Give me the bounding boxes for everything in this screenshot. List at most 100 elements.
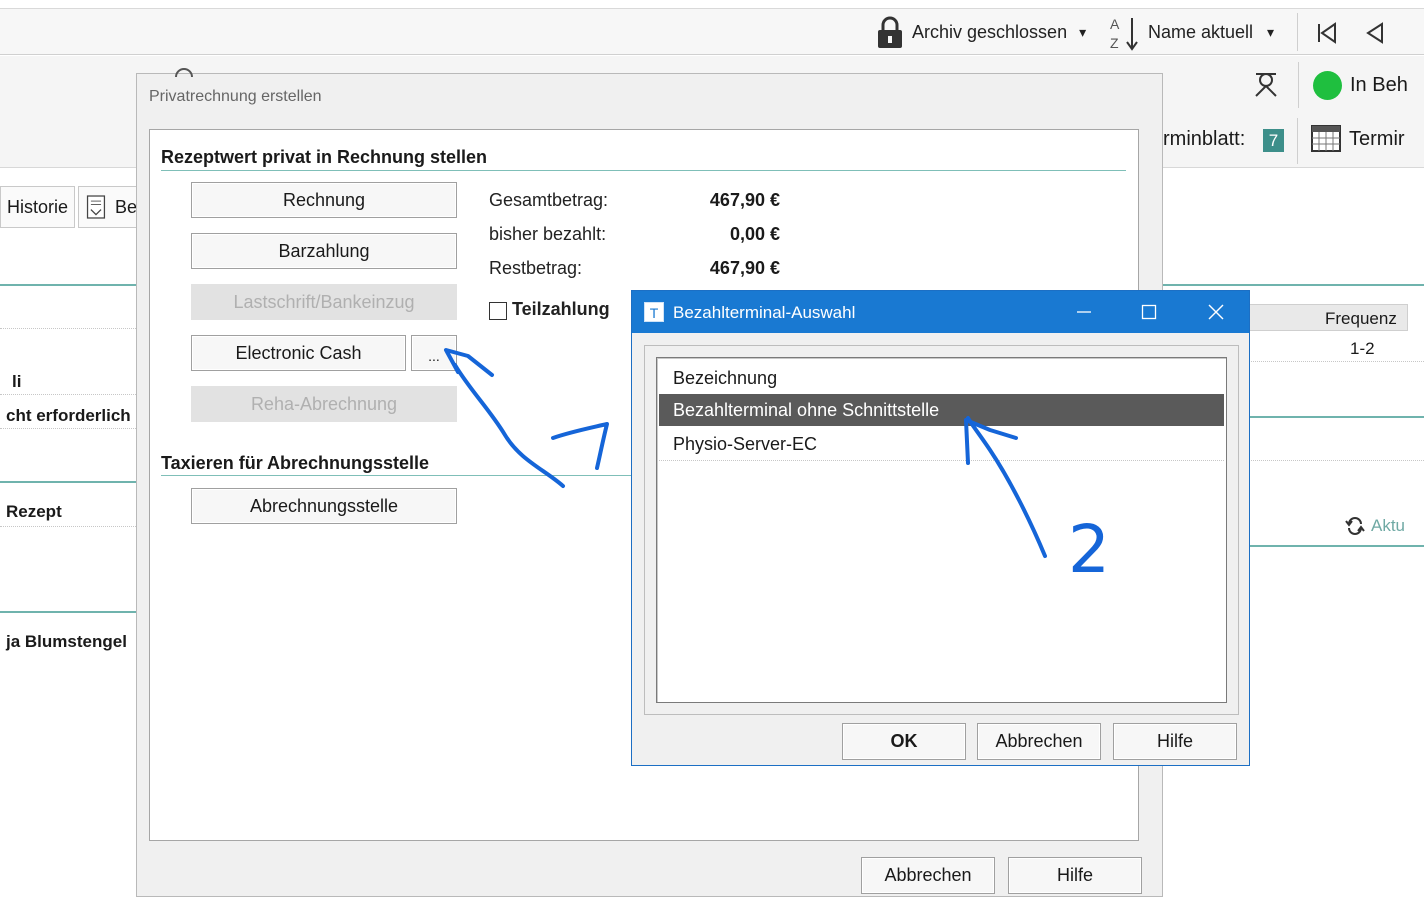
document-stack-icon — [86, 195, 106, 219]
row-divider — [0, 394, 136, 395]
sort-dropdown[interactable]: A Z Name aktuell ▾ — [1108, 9, 1274, 56]
chevron-down-icon: ▾ — [1079, 24, 1087, 40]
row-divider — [0, 428, 136, 429]
debit-button-label: Lastschrift/Bankeinzug — [233, 291, 415, 312]
sort-az-icon: A Z — [1110, 16, 1138, 51]
appointment-sheet-label: rminblatt: — [1163, 128, 1246, 150]
ok-button-label: OK — [890, 731, 918, 751]
status-green-icon — [1313, 71, 1342, 100]
svg-text:A: A — [1110, 16, 1120, 32]
direct-debit-button[interactable]: Lastschrift/Bankeinzug — [191, 284, 457, 320]
cancel-button-label: Abbrechen — [884, 865, 972, 885]
previous-icon — [1366, 21, 1383, 44]
section-title-billing: Taxieren für Abrechnungsstelle — [161, 453, 430, 473]
section-divider — [0, 284, 136, 286]
partial-payment-label: Teilzahlung — [512, 299, 610, 319]
status-label: In Beh — [1350, 74, 1408, 96]
maximize-icon[interactable] — [1141, 304, 1157, 320]
ellipsis-label: ... — [428, 348, 440, 364]
divider — [1298, 62, 1299, 108]
first-record-button[interactable] — [1316, 9, 1338, 56]
list-item-label: Physio-Server-EC — [673, 433, 818, 454]
terminal-help-label: Hilfe — [1156, 731, 1193, 751]
archive-label: Archiv geschlossen — [912, 22, 1068, 42]
terminal-cancel-label: Abbrechen — [995, 731, 1083, 751]
bg-text-required: cht erforderlich — [6, 406, 131, 425]
appointment-day-badge[interactable]: 7 — [1263, 129, 1284, 152]
refresh-label: Aktu — [1371, 516, 1406, 535]
rest-value: 467,90 € — [709, 258, 780, 278]
search-icon — [175, 68, 193, 78]
section-divider — [0, 481, 136, 483]
list-column-header: Bezeichnung — [659, 362, 1224, 394]
sort-label: Name aktuell — [1148, 22, 1254, 42]
chevron-down-icon: ▾ — [1267, 24, 1275, 40]
invoice-button-label: Rechnung — [282, 189, 366, 210]
tab-b-label: Be — [114, 196, 137, 217]
rest-label: Restbetrag: — [489, 258, 583, 278]
payment-terminal-dialog: T Bezahlterminal-Auswahl Bezeichnung Bez… — [631, 290, 1250, 766]
electronic-cash-button[interactable]: Electronic Cash — [191, 335, 406, 371]
reha-billing-button[interactable]: Reha-Abrechnung — [191, 386, 457, 422]
paid-label: bisher bezahlt: — [489, 224, 607, 244]
ok-button[interactable]: OK — [842, 723, 966, 760]
person-star-icon[interactable] — [1252, 70, 1280, 98]
appointment-button-label[interactable]: Termir — [1349, 128, 1405, 151]
divider — [1297, 118, 1298, 164]
paid-value: 0,00 € — [729, 224, 780, 244]
svg-text:Z: Z — [1110, 35, 1119, 51]
terminal-dialog-title: Bezahlterminal-Auswahl — [673, 303, 856, 322]
previous-record-button[interactable] — [1365, 9, 1385, 56]
terminal-dialog-titlebar[interactable]: T Bezahlterminal-Auswahl — [632, 291, 1249, 333]
help-button[interactable]: Hilfe — [1008, 857, 1142, 894]
section-underline — [161, 170, 1126, 171]
total-label: Gesamtbetrag: — [489, 190, 609, 210]
total-value: 467,90 € — [709, 190, 780, 210]
list-item-selected[interactable]: Bezahlterminal ohne Schnittstelle — [659, 394, 1224, 426]
refresh-icon — [1345, 517, 1365, 535]
minimize-icon[interactable] — [1076, 304, 1092, 320]
row-divider — [0, 526, 136, 527]
row-divider — [0, 328, 136, 329]
skip-first-icon — [1318, 21, 1336, 44]
bg-text-li: li — [12, 372, 22, 391]
top-toolbar: Archiv geschlossen ▾ A Z Name aktuell ▾ — [0, 8, 1424, 55]
tab-history-label: Historie — [7, 196, 69, 217]
terminal-help-button[interactable]: Hilfe — [1113, 723, 1237, 760]
billing-office-label: Abrechnungsstelle — [249, 495, 399, 516]
section-divider — [1250, 545, 1424, 547]
tab-history[interactable]: Historie — [0, 186, 75, 228]
section-divider — [0, 611, 136, 613]
ec-button-label: Electronic Cash — [235, 342, 362, 363]
list-item-label: Bezahlterminal ohne Schnittstelle — [673, 399, 940, 420]
billing-office-button[interactable]: Abrechnungsstelle — [191, 488, 457, 524]
terminal-list[interactable]: Bezeichnung Bezahlterminal ohne Schnitts… — [656, 357, 1227, 703]
column-header-label: Bezeichnung — [673, 367, 778, 388]
dialog-title: Privatrechnung erstellen — [149, 88, 322, 105]
cash-button-label: Barzahlung — [278, 240, 370, 261]
toolbar-divider — [1297, 13, 1298, 51]
section-underline — [161, 475, 631, 476]
app-icon: T — [644, 302, 664, 322]
terminal-cancel-button[interactable]: Abbrechen — [977, 723, 1101, 760]
frequency-cell: 1-2 — [1350, 339, 1375, 358]
lock-icon — [878, 16, 902, 48]
tab-b[interactable]: Be — [78, 186, 138, 228]
invoice-button[interactable]: Rechnung — [191, 182, 457, 218]
list-item[interactable]: Physio-Server-EC — [659, 428, 1224, 460]
section-title-private: Rezeptwert privat in Rechnung stellen — [161, 147, 488, 167]
reha-button-label: Reha-Abrechnung — [250, 393, 398, 414]
bg-text-blumstengel: ja Blumstengel — [6, 632, 127, 651]
close-icon[interactable] — [1208, 304, 1224, 320]
archive-dropdown[interactable]: Archiv geschlossen ▾ — [876, 9, 1086, 56]
bg-text-rezept: Rezept — [6, 502, 62, 521]
row-divider — [659, 460, 1224, 461]
help-button-label: Hilfe — [1056, 865, 1093, 885]
calendar-icon — [1311, 125, 1341, 152]
partial-payment-checkbox[interactable] — [489, 302, 507, 320]
cancel-button[interactable]: Abbrechen — [861, 857, 995, 894]
column-header-frequency[interactable]: Frequenz — [1325, 309, 1397, 329]
refresh-button[interactable]: Aktu — [1345, 516, 1405, 536]
cash-payment-button[interactable]: Barzahlung — [191, 233, 457, 269]
ec-terminal-select-button[interactable]: ... — [411, 335, 457, 371]
